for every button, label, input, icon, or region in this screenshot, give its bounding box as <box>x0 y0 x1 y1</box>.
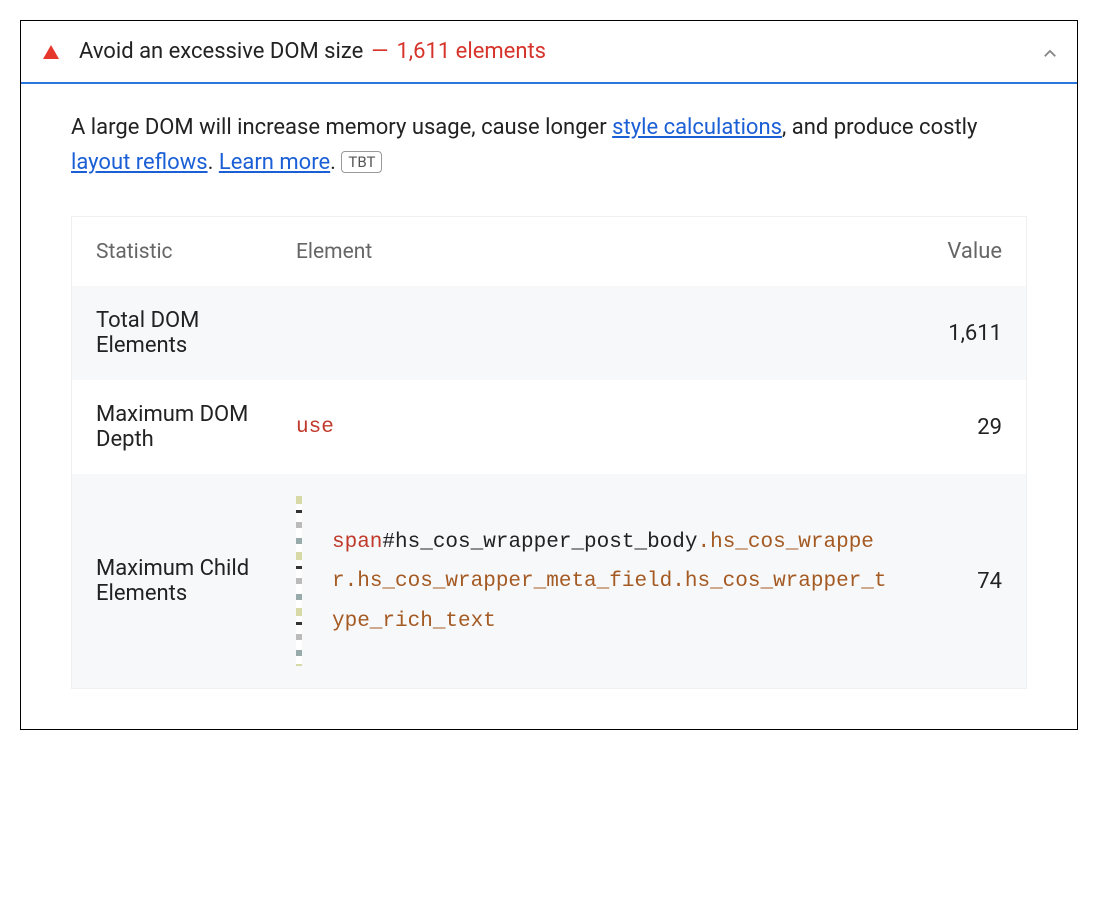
value-cell: 74 <box>892 496 1002 666</box>
table-header-row: Statistic Element Value <box>72 217 1026 286</box>
warning-triangle-icon <box>43 45 59 59</box>
stat-label: Maximum Child Elements <box>96 496 296 666</box>
stat-label: Maximum DOM Depth <box>96 402 296 452</box>
description-text: , and produce costly <box>782 115 977 140</box>
table-row: Maximum Child Elements span#hs_cos_wrapp… <box>72 474 1026 688</box>
audit-display-value: 1,611 elements <box>396 39 546 64</box>
value-cell: 1,611 <box>892 321 1002 346</box>
tbt-badge: TBT <box>341 151 382 173</box>
col-header-statistic: Statistic <box>96 240 296 264</box>
element-thumbnail <box>296 496 302 666</box>
table-row: Maximum DOM Depth use 29 <box>72 380 1026 474</box>
audit-body: A large DOM will increase memory usage, … <box>21 84 1077 729</box>
element-tag-code: use <box>296 416 334 439</box>
audit-description: A large DOM will increase memory usage, … <box>71 110 1027 180</box>
stat-label: Total DOM Elements <box>96 308 296 358</box>
col-header-element: Element <box>296 240 892 264</box>
selector-id: #hs_cos_wrapper_post_body <box>382 531 697 554</box>
audit-header[interactable]: Avoid an excessive DOM size — 1,611 elem… <box>21 21 1077 84</box>
value-cell: 29 <box>892 415 1002 440</box>
description-text: . <box>208 150 219 175</box>
link-style-calculations[interactable]: style calculations <box>612 115 782 140</box>
audit-title: Avoid an excessive DOM size <box>79 39 363 64</box>
element-cell: span#hs_cos_wrapper_post_body .hs_cos_wra… <box>296 496 892 666</box>
link-layout-reflows[interactable]: layout reflows <box>71 150 208 175</box>
selector-class: .hs_cos_wrapper_meta_field <box>345 570 673 593</box>
description-text: . <box>330 150 341 175</box>
table-row: Total DOM Elements 1,611 <box>72 286 1026 380</box>
col-header-value: Value <box>892 239 1002 264</box>
element-selector-code: span#hs_cos_wrapper_post_body .hs_cos_wra… <box>332 521 892 643</box>
audit-separator: — <box>371 39 388 64</box>
chevron-up-icon[interactable] <box>1041 45 1055 59</box>
element-cell: use <box>296 416 892 439</box>
description-text: A large DOM will increase memory usage, … <box>71 115 612 140</box>
selector-tag: span <box>332 531 382 554</box>
link-learn-more[interactable]: Learn more <box>219 150 330 175</box>
audit-card: Avoid an excessive DOM size — 1,611 elem… <box>20 20 1078 730</box>
stats-table: Statistic Element Value Total DOM Elemen… <box>71 216 1027 689</box>
